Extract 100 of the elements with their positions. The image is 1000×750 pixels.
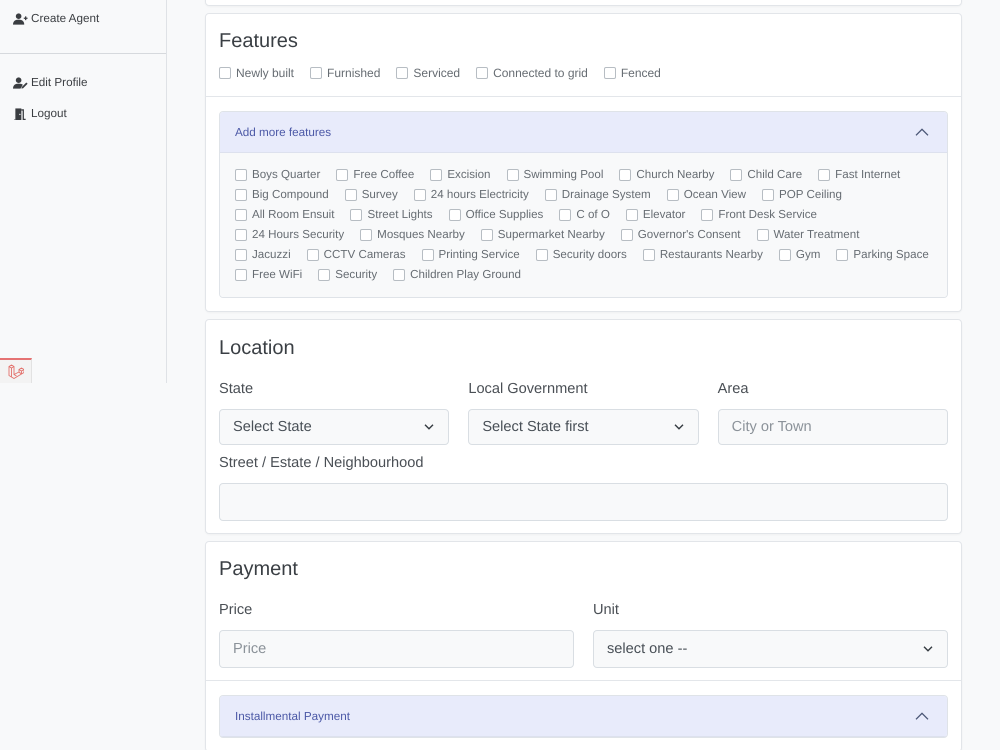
checkbox[interactable]	[448, 209, 461, 221]
select-field[interactable]: Select State first	[468, 409, 699, 445]
sidebar-link[interactable]: Create Agent	[0, 3, 100, 34]
checkbox[interactable]	[235, 249, 247, 261]
checkbox[interactable]	[235, 269, 247, 281]
checkbox-label[interactable]: Restaurants Nearby	[660, 248, 763, 262]
checkbox[interactable]	[350, 209, 362, 221]
checkbox-label[interactable]: Furnished	[327, 66, 380, 80]
text-field[interactable]: City or Town	[718, 409, 948, 445]
checkbox[interactable]	[476, 67, 488, 79]
checkbox-label[interactable]: Elevator	[642, 208, 686, 222]
checkbox-label[interactable]: C of O	[576, 208, 610, 222]
checkbox-label[interactable]: Big Compound	[252, 188, 329, 202]
checkbox-label[interactable]: Governor's Consent	[638, 228, 741, 242]
checkbox-label[interactable]: Fast Internet	[835, 168, 900, 182]
checkbox[interactable]	[306, 249, 319, 261]
checkbox[interactable]	[235, 169, 247, 181]
chevron-down-icon	[923, 646, 933, 652]
checkbox-label[interactable]: Survey	[362, 188, 398, 202]
checkbox-label[interactable]: Drainage System	[562, 188, 651, 202]
checkbox[interactable]	[626, 209, 638, 221]
field-label: Area	[718, 380, 748, 399]
checkbox-label[interactable]: 24 Hours Security	[252, 228, 344, 242]
checkbox-label[interactable]: Free Coffee	[353, 168, 414, 182]
select-field[interactable]: Select State	[219, 409, 450, 445]
sidebar-link[interactable]: Logout	[0, 98, 67, 129]
checkbox-label[interactable]: Connected to grid	[493, 66, 588, 80]
text-field[interactable]: Price	[219, 630, 574, 668]
checkbox-label[interactable]: 24 hours Electricity	[430, 188, 529, 202]
checkbox[interactable]	[762, 189, 774, 201]
checkbox-label[interactable]: Water Treatment	[774, 228, 860, 242]
checkbox-label[interactable]: Front Desk Service	[718, 208, 817, 222]
checkbox[interactable]	[396, 67, 408, 79]
checkbox-label[interactable]: Ocean View	[684, 188, 746, 202]
checkbox-label[interactable]: Child Care	[747, 168, 802, 182]
checkbox-label[interactable]: Boys Quarter	[252, 168, 320, 182]
field-label: State	[219, 380, 254, 399]
accordion-header[interactable]: Add more features	[220, 112, 947, 153]
checkbox[interactable]	[310, 67, 322, 79]
accordion-header[interactable]: Installmental Payment	[220, 696, 947, 737]
checkbox-label[interactable]: Newly built	[236, 66, 294, 80]
checkbox-label[interactable]: Church Nearby	[636, 168, 714, 182]
checkbox[interactable]	[620, 229, 633, 241]
cube-logo-icon	[8, 364, 24, 380]
checkbox-label[interactable]: Excision	[447, 168, 490, 182]
checkbox-label[interactable]: Jacuzzi	[252, 248, 291, 262]
checkbox-label[interactable]: Supermarket Nearby	[498, 228, 605, 242]
checkbox[interactable]	[393, 269, 406, 281]
text-field[interactable]	[219, 483, 948, 521]
checkbox-label[interactable]: Free WiFi	[252, 268, 302, 282]
checkbox[interactable]	[619, 169, 632, 181]
checkbox[interactable]	[318, 269, 330, 281]
checkbox-label[interactable]: CCTV Cameras	[324, 248, 406, 262]
checkbox-label[interactable]: Children Play Ground	[410, 268, 521, 282]
checkbox[interactable]	[730, 169, 742, 181]
checkbox[interactable]	[604, 67, 616, 79]
checkbox[interactable]	[559, 209, 572, 221]
checkbox[interactable]	[344, 189, 357, 201]
checkbox[interactable]	[666, 189, 679, 201]
checkbox[interactable]	[544, 189, 557, 201]
checkbox[interactable]	[219, 67, 231, 79]
checkbox[interactable]	[756, 229, 769, 241]
checkbox-label[interactable]: Serviced	[413, 66, 460, 80]
checkbox-label[interactable]: Security	[335, 268, 378, 282]
checkbox-label[interactable]: Office Supplies	[466, 208, 544, 222]
field-label: Street / Estate / Neighbourhood	[219, 454, 424, 473]
field-label: Price	[219, 601, 252, 620]
checkbox[interactable]	[414, 189, 426, 201]
checkbox-label[interactable]: Mosques Nearby	[377, 228, 465, 242]
checkbox[interactable]	[336, 169, 348, 181]
debugbar-toggle[interactable]	[0, 358, 32, 383]
checkbox-label[interactable]: Printing Service	[438, 248, 520, 262]
checkbox[interactable]	[836, 249, 848, 261]
checkbox[interactable]	[422, 249, 434, 261]
field-label: Local Government	[468, 380, 588, 399]
checkbox[interactable]	[235, 229, 247, 241]
checkbox-label[interactable]: Swimming Pool	[524, 168, 604, 182]
chevron-up-icon	[915, 128, 929, 136]
checkbox[interactable]	[818, 169, 830, 181]
checkbox[interactable]	[506, 169, 518, 181]
checkbox[interactable]	[701, 209, 714, 221]
checkbox-label[interactable]: POP Ceiling	[779, 188, 842, 202]
checkbox[interactable]	[480, 229, 493, 241]
chevron-down-icon	[674, 424, 684, 430]
sidebar-link[interactable]: Edit Profile	[0, 67, 88, 98]
checkbox[interactable]	[778, 249, 791, 261]
checkbox[interactable]	[642, 249, 655, 261]
checkbox-label[interactable]: Fenced	[620, 66, 661, 80]
checkbox-label[interactable]: All Room Ensuit	[252, 208, 334, 222]
select-field[interactable]: select one --	[593, 630, 948, 668]
checkbox[interactable]	[235, 209, 247, 221]
checkbox[interactable]	[360, 229, 372, 241]
checkbox[interactable]	[235, 189, 247, 201]
checkbox-label[interactable]: Street Lights	[367, 208, 433, 222]
user-pencil-icon	[13, 76, 28, 88]
checkbox[interactable]	[430, 169, 442, 181]
checkbox-label[interactable]: Parking Space	[853, 248, 929, 262]
checkbox-label[interactable]: Security doors	[552, 248, 627, 262]
checkbox-label[interactable]: Gym	[796, 248, 820, 262]
checkbox[interactable]	[536, 249, 548, 261]
